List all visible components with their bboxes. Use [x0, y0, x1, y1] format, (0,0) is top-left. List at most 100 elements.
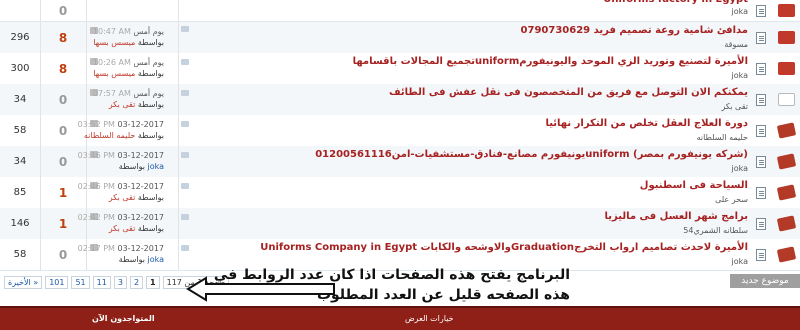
thread-author[interactable]: سحر على [715, 195, 748, 204]
page-link[interactable]: 2 [129, 276, 144, 289]
status-icon-cell [772, 208, 800, 239]
last-poster-link[interactable]: تقى بكر [109, 100, 136, 109]
last-post-day: 03-12-2017 [117, 151, 165, 160]
last-poster-link[interactable]: تقى بكر [109, 193, 136, 202]
thread-title-link[interactable]: (شركه يونيفورم بمصر) uniformيونيفورم مصا… [315, 149, 748, 160]
tag-icon [181, 152, 189, 158]
thread-title-link[interactable]: دورة العلاج العقل تخلص من التكرار نهائيا [545, 118, 748, 129]
page-link[interactable]: 3 [113, 276, 127, 289]
last-post-time: 02:42 PM [77, 213, 115, 222]
document-icon [756, 4, 766, 17]
last-post-info: 03:52 PM 03-12-2017 بواسطة حليمه السلطانه [78, 115, 179, 146]
page-link[interactable]: 101 [45, 276, 69, 289]
last-post-date: 10:26 AM يوم أمس [93, 57, 164, 68]
thread-author[interactable]: joka [731, 7, 748, 16]
tag-icon [181, 26, 189, 32]
thread-row: 34 0 07:57 AM يوم أمس بواسطة تقى بكر يمكنكم … [0, 84, 800, 116]
thread-author[interactable]: سلطانه الشمري54 [683, 226, 748, 235]
display-options-link[interactable]: خيارات العرض [405, 314, 454, 323]
last-post-date: 02:17 PM 03-12-2017 [78, 243, 164, 254]
by-label: بواسطة [137, 131, 164, 140]
last-post-day: 03-12-2017 [117, 120, 165, 129]
last-poster-link[interactable]: joka [147, 162, 164, 171]
new-topic-button[interactable]: موضوع جديد [730, 274, 800, 288]
last-post-info: 02:46 PM 03-12-2017 بواسطة تقى بكر [78, 177, 179, 208]
online-users-link[interactable]: المتواجدون الآن [92, 314, 155, 323]
tag-icon [181, 121, 189, 127]
thread-status-icon [777, 62, 795, 75]
tag-icon [181, 183, 189, 189]
thread-title-link[interactable]: برامج شهر العسل فى ماليزيا [605, 211, 749, 222]
by-label: بواسطة [137, 100, 164, 109]
thread-status-icon [776, 122, 796, 139]
replies-count[interactable]: 0 [40, 84, 87, 115]
thread-row: 296 8 10:47 AM يوم أمس بواسطة ميسس بسها مداف… [0, 22, 800, 54]
page-last-link[interactable]: الأخيرة » [4, 276, 43, 289]
page-link[interactable]: 51 [71, 276, 90, 289]
thread-title-link[interactable]: يمكنكم الان التوصل مع فريق من المتخصصون … [389, 87, 748, 98]
last-post-info: 10:26 AM يوم أمس بواسطة ميسس بسها [86, 53, 179, 84]
last-post-date: 03:46 PM 03-12-2017 [78, 150, 164, 161]
thread-status-icon [777, 93, 795, 106]
last-poster-link[interactable]: ميسس بسها [93, 69, 135, 78]
last-post-date: 02:42 PM 03-12-2017 [78, 212, 164, 223]
views-count: 58 [0, 115, 41, 146]
last-post-by: بواسطة ميسس بسها [93, 68, 164, 79]
last-poster-link[interactable]: joka [147, 255, 164, 264]
thread-author[interactable]: حليمه السلطانه [697, 133, 748, 142]
replies-count[interactable]: 8 [40, 53, 87, 84]
tag-icon [181, 59, 189, 65]
by-label: بواسطة [118, 255, 145, 264]
last-post-date: 03:52 PM 03-12-2017 [78, 119, 164, 130]
thread-title-cell: دورة العلاج العقل تخلص من التكرار نهائيا… [190, 115, 750, 146]
thread-row: 58 0 03:52 PM 03-12-2017 بواسطة حليمه السلط… [0, 115, 800, 147]
tag-icon [181, 214, 189, 220]
document-icon [756, 31, 766, 44]
post-icon-cell [750, 0, 772, 21]
thread-title-link[interactable]: الأميرة لاحدث تصاميم ارواب التخرجGraduat… [260, 242, 748, 253]
thread-author[interactable]: joka [731, 71, 748, 80]
document-icon [756, 124, 766, 137]
document-icon [756, 155, 766, 168]
last-post-by: بواسطة ميسس بسها [93, 37, 164, 48]
document-icon [756, 93, 766, 106]
thread-row: 34 0 03:46 PM 03-12-2017 بواسطة joka (شركه ي… [0, 146, 800, 178]
last-poster-link[interactable]: تقى بكر [109, 224, 136, 233]
thread-title-cell: برامج شهر العسل فى ماليزيا سلطانه الشمري5… [190, 208, 750, 239]
views-count: 34 [0, 146, 41, 177]
thread-title-cell: السياحة فى اسطنبول سحر على [190, 177, 750, 208]
page-current: 1 [146, 276, 160, 289]
thread-author[interactable]: تقى بكر [721, 102, 748, 111]
tag-icon [181, 245, 189, 251]
last-post-by: بواسطة joka [119, 254, 164, 265]
status-icon-cell [772, 239, 800, 270]
replies-count[interactable]: 0 [40, 0, 87, 21]
page-link[interactable]: 11 [92, 276, 111, 289]
last-poster-link[interactable]: ميسس بسها [93, 38, 135, 47]
last-post-time: 10:47 AM [92, 27, 131, 36]
forum-footer-bar: المتواجدون الآن خيارات العرض [0, 306, 800, 330]
thread-author[interactable]: مسوقة [724, 40, 748, 49]
last-post-time: 03:52 PM [77, 120, 115, 129]
last-poster-link[interactable]: حليمه السلطانه [84, 131, 135, 140]
thread-title-link[interactable]: الأميرة لتصنيع وتوريد الزي الموحد واليون… [353, 56, 748, 67]
thread-author[interactable]: joka [731, 257, 748, 266]
thread-title-cell: مدافئ شامية روعة تصميم فريد 0790730629 مس… [190, 22, 750, 53]
last-post-by: بواسطة تقى بكر [109, 223, 164, 234]
thread-author[interactable]: joka [731, 164, 748, 173]
last-post-day: 03-12-2017 [117, 182, 165, 191]
thread-title-link[interactable]: Uniforms factory in Egypt [603, 0, 748, 5]
thread-title-link[interactable]: مدافئ شامية روعة تصميم فريد 0790730629 [521, 25, 748, 36]
last-post-time: 03:46 PM [77, 151, 115, 160]
by-label: بواسطة [137, 38, 164, 47]
replies-count[interactable]: 8 [40, 22, 87, 53]
last-post-day: 03-12-2017 [117, 213, 165, 222]
thread-status-icon [776, 184, 796, 201]
last-post-date: 02:46 PM 03-12-2017 [78, 181, 164, 192]
thread-title-cell: Uniforms factory in Egypt joka [190, 0, 750, 21]
last-post-by: بواسطة تقى بكر [109, 192, 164, 203]
thread-title-link[interactable]: السياحة فى اسطنبول [640, 180, 748, 191]
last-post-info: 07:57 AM يوم أمس بواسطة تقى بكر [86, 84, 179, 115]
status-icon-cell [772, 84, 800, 115]
last-post-info: 03:46 PM 03-12-2017 بواسطة joka [78, 146, 179, 177]
